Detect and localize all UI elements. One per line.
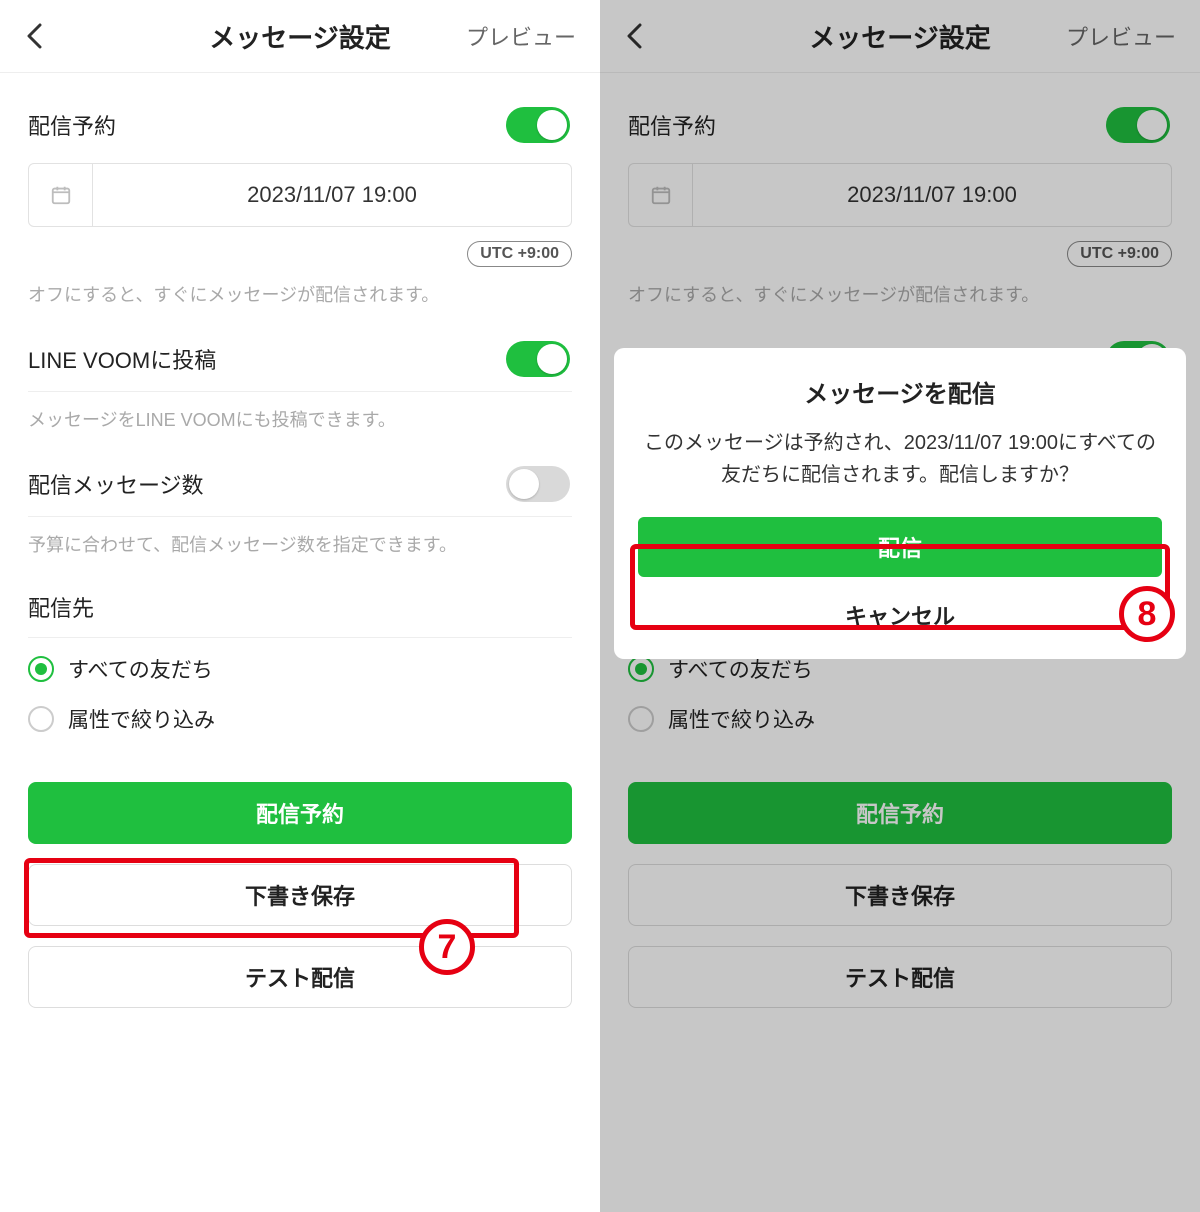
calendar-icon [629,164,693,226]
schedule-toggle[interactable] [506,107,570,143]
utc-badge[interactable]: UTC +9:00 [467,241,572,267]
datetime-field[interactable]: 2023/11/07 19:00 [628,163,1172,227]
right-panel: メッセージ設定 プレビュー 配信予約 2023/11/07 19:00 UTC … [600,0,1200,1212]
back-icon[interactable] [620,22,648,50]
preview-link[interactable]: プレビュー [466,20,576,52]
dialog-cancel-button[interactable]: キャンセル [638,599,1162,631]
voom-helper: メッセージをLINE VOOMにも投稿できます。 [28,406,572,432]
page-title: メッセージ設定 [209,18,390,55]
count-label: 配信メッセージ数 [28,468,204,500]
action-buttons: 配信予約 下書き保存 テスト配信 [600,744,1200,1018]
schedule-helper: オフにすると、すぐにメッセージが配信されます。 [28,281,572,307]
utc-row: UTC +9:00 [28,241,572,267]
schedule-row: 配信予約 [628,93,1172,157]
send-test-button[interactable]: テスト配信 [28,946,572,1008]
utc-row: UTC +9:00 [628,241,1172,267]
schedule-label: 配信予約 [628,109,716,141]
radio-label: 属性で絞り込み [668,704,815,734]
back-icon[interactable] [20,22,48,50]
voom-section: LINE VOOMに投稿 メッセージをLINE VOOMにも投稿できます。 [0,307,600,432]
radio-icon [28,656,54,682]
count-helper: 予算に合わせて、配信メッセージ数を指定できます。 [28,531,572,557]
send-dialog: メッセージを配信 このメッセージは予約され、2023/11/07 19:00にす… [614,348,1186,659]
audience-radios: すべての友だち 属性で絞り込み [28,644,572,744]
header: メッセージ設定 プレビュー [0,0,600,73]
audience-section: 配信先 すべての友だち 属性で絞り込み [0,557,600,744]
schedule-helper: オフにすると、すぐにメッセージが配信されます。 [628,281,1172,307]
audience-row: 配信先 [28,577,572,638]
datetime-field[interactable]: 2023/11/07 19:00 [28,163,572,227]
radio-icon [628,656,654,682]
toggle-knob [537,110,567,140]
dialog-body: このメッセージは予約され、2023/11/07 19:00にすべての友だちに配信… [638,427,1162,491]
schedule-toggle[interactable] [1106,107,1170,143]
radio-icon [28,706,54,732]
voom-row: LINE VOOMに投稿 [28,327,572,392]
dialog-title: メッセージを配信 [638,374,1162,409]
dialog-send-button[interactable]: 配信 [638,517,1162,577]
save-draft-button[interactable]: 下書き保存 [28,864,572,926]
radio-icon [628,706,654,732]
left-panel: メッセージ設定 プレビュー 配信予約 2023/11/07 19:00 UTC … [0,0,600,1212]
utc-badge[interactable]: UTC +9:00 [1067,241,1172,267]
toggle-knob [537,344,567,374]
toggle-knob [509,469,539,499]
schedule-section: 配信予約 2023/11/07 19:00 UTC +9:00 オフにすると、す… [600,73,1200,307]
datetime-value: 2023/11/07 19:00 [93,164,571,226]
count-toggle[interactable] [506,466,570,502]
voom-label: LINE VOOMに投稿 [28,343,216,375]
radio-label: 属性で絞り込み [68,704,215,734]
count-row: 配信メッセージ数 [28,452,572,517]
save-draft-button[interactable]: 下書き保存 [628,864,1172,926]
audience-radios: すべての友だち 属性で絞り込み [628,644,1172,744]
action-buttons: 配信予約 下書き保存 テスト配信 [0,744,600,1018]
count-section: 配信メッセージ数 予算に合わせて、配信メッセージ数を指定できます。 [0,432,600,557]
page-title: メッセージ設定 [809,18,990,55]
schedule-section: 配信予約 2023/11/07 19:00 UTC +9:00 オフにすると、す… [0,73,600,307]
audience-radio-all[interactable]: すべての友だち [28,644,572,694]
audience-label: 配信先 [28,591,94,623]
preview-link[interactable]: プレビュー [1066,20,1176,52]
audience-radio-filter[interactable]: 属性で絞り込み [28,694,572,744]
datetime-value: 2023/11/07 19:00 [693,164,1171,226]
schedule-row: 配信予約 [28,93,572,157]
header: メッセージ設定 プレビュー [600,0,1200,73]
send-test-button[interactable]: テスト配信 [628,946,1172,1008]
schedule-send-button[interactable]: 配信予約 [628,782,1172,844]
toggle-knob [1137,110,1167,140]
calendar-icon [29,164,93,226]
radio-label: すべての友だち [68,654,213,684]
audience-radio-filter[interactable]: 属性で絞り込み [628,694,1172,744]
schedule-label: 配信予約 [28,109,116,141]
voom-toggle[interactable] [506,341,570,377]
schedule-send-button[interactable]: 配信予約 [28,782,572,844]
